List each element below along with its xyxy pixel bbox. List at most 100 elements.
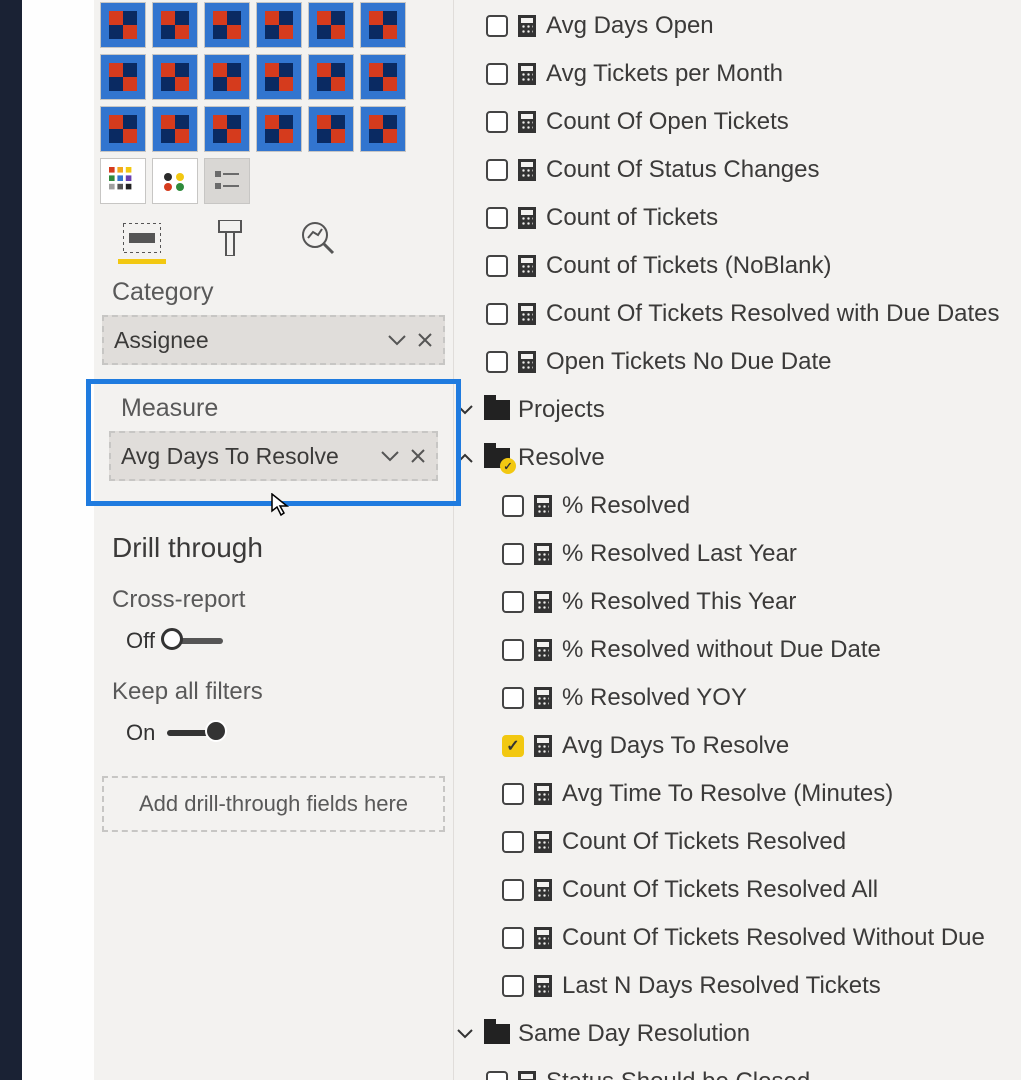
checkbox[interactable]: [502, 783, 524, 805]
checkbox[interactable]: [486, 159, 508, 181]
field-item[interactable]: ✓Avg Days To Resolve: [454, 722, 1021, 770]
field-item[interactable]: Count Of Tickets Resolved All: [454, 866, 1021, 914]
checkbox[interactable]: [502, 687, 524, 709]
measure-field-well[interactable]: Avg Days To Resolve: [109, 431, 438, 481]
field-item[interactable]: Count Of Tickets Resolved: [454, 818, 1021, 866]
custom-visual-icon[interactable]: [308, 2, 354, 48]
tab-fields[interactable]: [118, 216, 166, 264]
checkbox[interactable]: [502, 639, 524, 661]
checkbox[interactable]: [502, 927, 524, 949]
checkbox[interactable]: [502, 879, 524, 901]
remove-icon[interactable]: [410, 443, 426, 470]
keep-all-filters-state: On: [126, 720, 155, 746]
custom-visual-icon[interactable]: [204, 54, 250, 100]
keep-all-filters-label: Keep all filters: [112, 678, 435, 706]
measure-icon: [534, 543, 552, 565]
field-item[interactable]: Count Of Open Tickets: [454, 98, 1021, 146]
checkbox[interactable]: [486, 207, 508, 229]
measure-icon: [534, 495, 552, 517]
checkbox-checked[interactable]: ✓: [502, 735, 524, 757]
field-item[interactable]: % Resolved Last Year: [454, 530, 1021, 578]
field-label: Count Of Status Changes: [546, 156, 820, 184]
custom-visual-icon[interactable]: [204, 2, 250, 48]
field-item[interactable]: Avg Days Open: [454, 2, 1021, 50]
checkbox[interactable]: [486, 111, 508, 133]
field-item[interactable]: % Resolved YOY: [454, 674, 1021, 722]
dots-visual-icon[interactable]: [152, 158, 198, 204]
checkbox[interactable]: [502, 543, 524, 565]
custom-visual-icon[interactable]: [308, 106, 354, 152]
list-visual-icon[interactable]: [204, 158, 250, 204]
checkbox[interactable]: [502, 831, 524, 853]
field-item[interactable]: % Resolved: [454, 482, 1021, 530]
chevron-down-icon[interactable]: [380, 443, 400, 470]
field-label: % Resolved This Year: [562, 588, 796, 616]
custom-visual-icon[interactable]: [308, 54, 354, 100]
field-item[interactable]: Avg Time To Resolve (Minutes): [454, 770, 1021, 818]
checkbox[interactable]: [502, 975, 524, 997]
field-label: % Resolved YOY: [562, 684, 747, 712]
custom-visual-icon[interactable]: [360, 54, 406, 100]
field-label: Status Should be Closed: [546, 1068, 810, 1080]
custom-visual-icon[interactable]: [152, 106, 198, 152]
field-item[interactable]: % Resolved This Year: [454, 578, 1021, 626]
measure-icon: [518, 159, 536, 181]
custom-visual-icon[interactable]: [360, 106, 406, 152]
remove-icon[interactable]: [417, 327, 433, 354]
measure-icon: [518, 15, 536, 37]
custom-visual-icon[interactable]: [152, 54, 198, 100]
panel-tabs: [94, 210, 453, 270]
fields-panel: Avg Days Open Avg Tickets per Month Coun…: [454, 0, 1021, 1080]
field-item[interactable]: Open Tickets No Due Date: [454, 338, 1021, 386]
keep-all-filters-toggle[interactable]: On: [112, 720, 435, 746]
tab-analytics[interactable]: [294, 216, 342, 264]
custom-visual-icon[interactable]: [360, 2, 406, 48]
palette-visual-icon[interactable]: [100, 158, 146, 204]
field-item[interactable]: Count Of Status Changes: [454, 146, 1021, 194]
checkbox[interactable]: [486, 351, 508, 373]
checkbox[interactable]: [486, 255, 508, 277]
cross-report-toggle[interactable]: Off: [112, 628, 435, 654]
table-sameday-header[interactable]: Same Day Resolution: [454, 1010, 1021, 1058]
folder-icon: [484, 1024, 510, 1044]
checkbox[interactable]: [486, 303, 508, 325]
measure-icon: [518, 63, 536, 85]
measure-icon: [518, 303, 536, 325]
checkbox[interactable]: [486, 15, 508, 37]
category-field-well[interactable]: Assignee: [102, 315, 445, 365]
tab-format[interactable]: [206, 216, 254, 264]
field-item[interactable]: Count of Tickets (NoBlank): [454, 242, 1021, 290]
field-item[interactable]: Last N Days Resolved Tickets: [454, 962, 1021, 1010]
custom-visual-icon[interactable]: [256, 54, 302, 100]
custom-visual-icon[interactable]: [100, 54, 146, 100]
table-resolve-header[interactable]: ✓ Resolve: [454, 434, 1021, 482]
field-item[interactable]: Avg Tickets per Month: [454, 50, 1021, 98]
checkbox[interactable]: [486, 1071, 508, 1080]
measure-icon: [534, 783, 552, 805]
table-projects-header[interactable]: Projects: [454, 386, 1021, 434]
field-item[interactable]: % Resolved without Due Date: [454, 626, 1021, 674]
custom-visual-icon[interactable]: [100, 2, 146, 48]
field-label: % Resolved: [562, 492, 690, 520]
measure-label: Measure: [95, 394, 452, 431]
field-item[interactable]: Status Should be Closed: [454, 1058, 1021, 1080]
field-item[interactable]: Count Of Tickets Resolved with Due Dates: [454, 290, 1021, 338]
field-item[interactable]: Count of Tickets: [454, 194, 1021, 242]
measure-icon: [534, 591, 552, 613]
custom-visual-icon[interactable]: [152, 2, 198, 48]
measure-icon: [518, 207, 536, 229]
custom-visual-icon[interactable]: [256, 106, 302, 152]
field-item[interactable]: Count Of Tickets Resolved Without Due: [454, 914, 1021, 962]
checkbox[interactable]: [486, 63, 508, 85]
chevron-down-icon[interactable]: [387, 327, 407, 354]
field-label: Count Of Open Tickets: [546, 108, 789, 136]
checkbox[interactable]: [502, 495, 524, 517]
measure-icon: [534, 831, 552, 853]
drill-through-placeholder[interactable]: Add drill-through fields here: [102, 776, 445, 832]
checkbox[interactable]: [502, 591, 524, 613]
custom-visual-icon[interactable]: [256, 2, 302, 48]
field-label: % Resolved without Due Date: [562, 636, 881, 664]
field-label: Last N Days Resolved Tickets: [562, 972, 881, 1000]
custom-visual-icon[interactable]: [100, 106, 146, 152]
custom-visual-icon[interactable]: [204, 106, 250, 152]
